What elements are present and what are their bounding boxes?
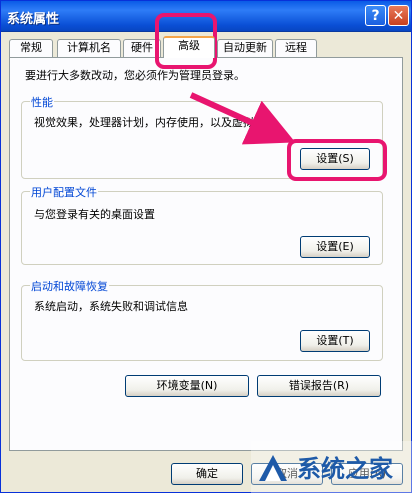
- error-reporting-button[interactable]: 错误报告(R): [257, 375, 381, 397]
- admin-note: 要进行大多数改动，您必须作为管理员登录。: [25, 69, 245, 82]
- tab-advanced[interactable]: 高级: [163, 36, 215, 58]
- user-profiles-desc: 与您登录有关的桌面设置: [34, 208, 155, 221]
- tab-computer-name[interactable]: 计算机名: [57, 39, 121, 57]
- ok-button[interactable]: 确定: [171, 463, 243, 485]
- watermark-logo-icon: 系统之家: [251, 441, 412, 494]
- tab-remote[interactable]: 远程: [275, 39, 317, 57]
- help-button[interactable]: ?: [365, 5, 386, 26]
- settings-button-highlight: [287, 139, 387, 181]
- user-profiles-group: 用户配置文件 与您登录有关的桌面设置 设置(E): [21, 184, 383, 265]
- close-button[interactable]: ✕: [388, 5, 409, 26]
- startup-recovery-desc: 系统启动，系统失败和调试信息: [34, 300, 188, 313]
- performance-group-title: 性能: [30, 94, 54, 110]
- window-title: 系统属性: [7, 12, 60, 27]
- tab-strip: 常规 计算机名 硬件 高级 自动更新 远程: [9, 36, 409, 58]
- environment-variables-button[interactable]: 环境变量(N): [125, 375, 249, 397]
- startup-recovery-group: 启动和故障恢复 系统启动，系统失败和调试信息 设置(T): [21, 278, 383, 361]
- tab-auto-update[interactable]: 自动更新: [217, 39, 273, 57]
- svg-text:系统之家: 系统之家: [297, 455, 393, 483]
- system-properties-window: 系统属性 ? ✕ 常规 计算机名 硬件 高级 自动更新 远程 要进行大多数改动，…: [0, 0, 412, 494]
- tab-general[interactable]: 常规: [9, 39, 53, 57]
- annotation-arrow-icon: [189, 92, 293, 145]
- startup-recovery-settings-button[interactable]: 设置(T): [300, 330, 370, 352]
- user-profiles-settings-button[interactable]: 设置(E): [300, 236, 370, 258]
- startup-recovery-group-title: 启动和故障恢复: [30, 278, 109, 294]
- user-profiles-group-title: 用户配置文件: [30, 184, 98, 200]
